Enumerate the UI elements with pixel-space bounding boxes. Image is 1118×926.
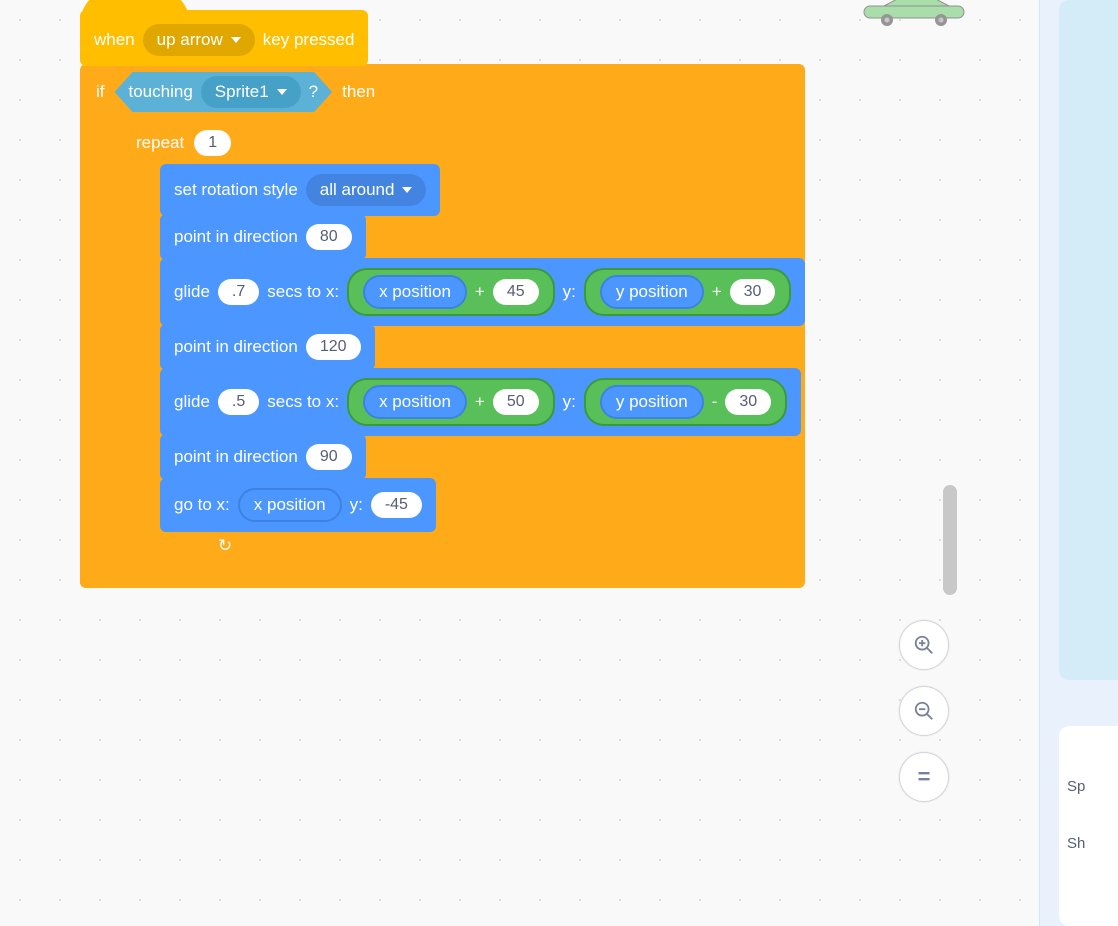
reporter-yposition[interactable]: y position: [600, 275, 704, 309]
reporter-xposition[interactable]: x position: [363, 385, 467, 419]
code-workspace[interactable]: when up arrow key pressed if touching Sp…: [0, 0, 1039, 926]
text-secs-to-x: secs to x:: [267, 392, 339, 412]
reporter-yposition[interactable]: y position: [600, 385, 704, 419]
zoom-controls: =: [899, 620, 949, 802]
reporter-xposition[interactable]: x position: [238, 488, 342, 522]
if-block[interactable]: if touching Sprite1 ? then repeat 1: [80, 64, 805, 588]
chevron-down-icon: [231, 37, 241, 43]
if-foot: [80, 560, 510, 588]
dropdown-rotation-style[interactable]: all around: [306, 174, 427, 206]
input-x-add-2[interactable]: 50: [493, 389, 539, 415]
text-touching: touching: [129, 82, 193, 102]
text-minus: -: [712, 392, 718, 412]
operator-add-x1[interactable]: x position + 45: [347, 268, 555, 316]
chevron-down-icon: [402, 187, 412, 193]
point-direction-block-1[interactable]: point in direction 80: [160, 214, 366, 260]
input-x-add-1[interactable]: 45: [493, 279, 539, 305]
vertical-scrollbar[interactable]: [943, 485, 957, 595]
dropdown-touching-target[interactable]: Sprite1: [201, 76, 301, 108]
zoom-out-button[interactable]: [899, 686, 949, 736]
text-key-pressed: key pressed: [263, 30, 355, 50]
input-y-sub-2[interactable]: 30: [725, 389, 771, 415]
dropdown-key[interactable]: up arrow: [143, 24, 255, 56]
text-y: y:: [563, 282, 576, 302]
text-point-direction: point in direction: [174, 227, 298, 247]
text-glide: glide: [174, 392, 210, 412]
input-y-add-1[interactable]: 30: [730, 279, 776, 305]
hat-when-key-pressed[interactable]: when up arrow key pressed: [80, 10, 368, 66]
text-if: if: [96, 82, 105, 102]
text-then: then: [342, 82, 375, 102]
operator-add-x2[interactable]: x position + 50: [347, 378, 555, 426]
text-goto-x: go to x:: [174, 495, 230, 515]
zoom-out-icon: [913, 700, 935, 722]
operator-sub-y2[interactable]: y position - 30: [584, 378, 787, 426]
set-rotation-block[interactable]: set rotation style all around: [160, 164, 440, 216]
text-when: when: [94, 30, 135, 50]
text-point-direction: point in direction: [174, 447, 298, 467]
point-direction-block-2[interactable]: point in direction 120: [160, 324, 375, 370]
reporter-xposition[interactable]: x position: [363, 275, 467, 309]
operator-add-y1[interactable]: y position + 30: [584, 268, 792, 316]
dropdown-key-value: up arrow: [157, 30, 223, 50]
dropdown-rotation-value: all around: [320, 180, 395, 200]
chevron-down-icon: [277, 89, 287, 95]
text-plus: +: [712, 282, 722, 302]
sprite-info-panel[interactable]: Sp Sh: [1059, 726, 1118, 926]
text-plus: +: [475, 282, 485, 302]
text-glide: glide: [174, 282, 210, 302]
input-direction-2[interactable]: 120: [306, 334, 361, 360]
goto-block[interactable]: go to x: x position y: -45: [160, 478, 436, 532]
repeat-block[interactable]: repeat 1 set rotation style all around: [120, 120, 805, 560]
touching-reporter[interactable]: touching Sprite1 ?: [115, 72, 333, 112]
input-glide1-secs[interactable]: .7: [218, 279, 259, 305]
glide-block-1[interactable]: glide .7 secs to x: x position + 45 y: y…: [160, 258, 805, 326]
zoom-in-icon: [913, 634, 935, 656]
input-goto-y[interactable]: -45: [371, 492, 422, 518]
point-direction-block-3[interactable]: point in direction 90: [160, 434, 366, 480]
loop-arrow-icon: ↻: [218, 536, 232, 556]
input-direction-1[interactable]: 80: [306, 224, 352, 250]
input-glide2-secs[interactable]: .5: [218, 389, 259, 415]
input-direction-3[interactable]: 90: [306, 444, 352, 470]
text-question: ?: [309, 82, 318, 102]
sprite-preview-car: [859, 0, 979, 26]
text-repeat: repeat: [136, 133, 184, 153]
text-y: y:: [350, 495, 363, 515]
stage-preview[interactable]: [1059, 0, 1118, 680]
zoom-reset-button[interactable]: =: [899, 752, 949, 802]
dropdown-touching-value: Sprite1: [215, 82, 269, 102]
text-set-rotation: set rotation style: [174, 180, 298, 200]
zoom-in-button[interactable]: [899, 620, 949, 670]
sprite-info-label-1: Sp: [1067, 778, 1110, 795]
glide-block-2[interactable]: glide .5 secs to x: x position + 50 y: y…: [160, 368, 801, 436]
sprite-info-label-2: Sh: [1067, 835, 1110, 852]
input-repeat-count[interactable]: 1: [194, 130, 231, 156]
text-point-direction: point in direction: [174, 337, 298, 357]
text-secs-to-x: secs to x:: [267, 282, 339, 302]
text-y: y:: [563, 392, 576, 412]
block-script[interactable]: when up arrow key pressed if touching Sp…: [80, 12, 805, 588]
equals-icon: =: [918, 764, 931, 790]
text-plus: +: [475, 392, 485, 412]
